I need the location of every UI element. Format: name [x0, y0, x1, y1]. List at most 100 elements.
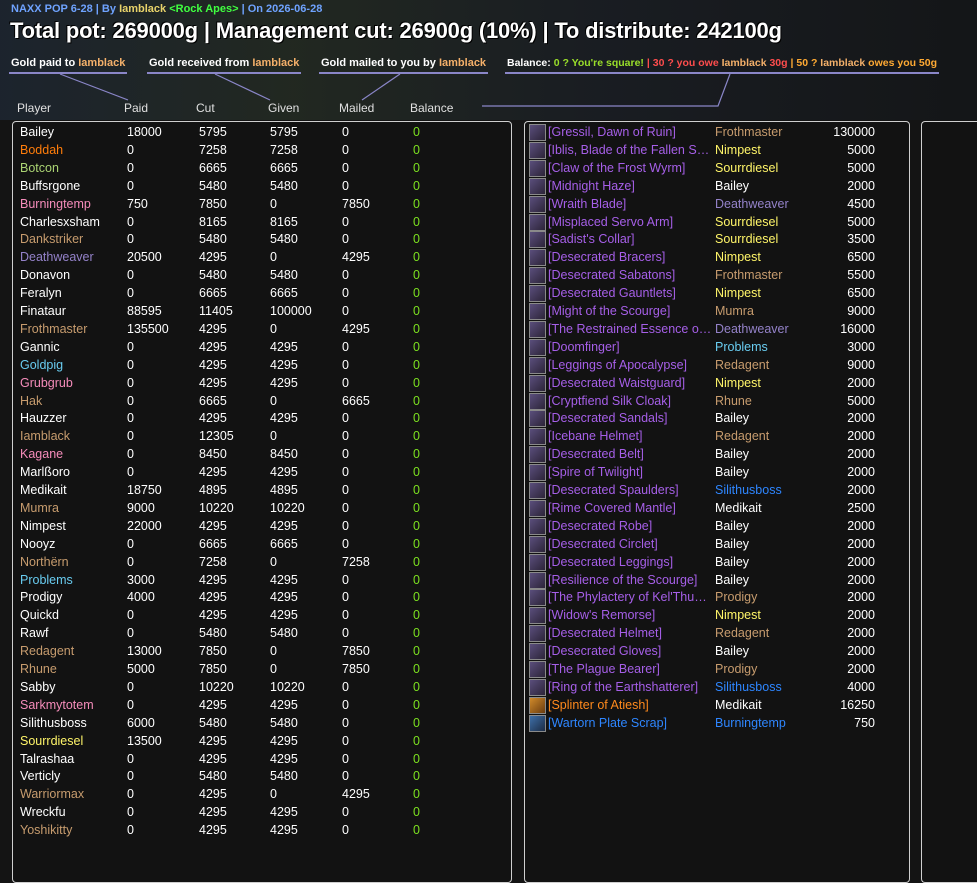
item-link[interactable]: [Resilience of the Scourge] [548, 571, 712, 589]
loot-row[interactable]: [Midnight Haze] Bailey 2000 [525, 177, 907, 195]
loot-row[interactable]: [The Phylactery of Kel'Thuzad] Prodigy 200… [525, 588, 907, 607]
table-row[interactable]: Mumra 9000 10220 10220 0 0 [13, 499, 509, 517]
loot-row[interactable]: [Desecrated Waistguard] Nimpest 2000 [525, 374, 907, 392]
loot-row[interactable]: [Claw of the Frost Wyrm] Sourrdiesel 5000 [525, 159, 907, 177]
table-row[interactable]: Redagent 13000 7850 0 7850 0 [13, 642, 509, 660]
loot-row[interactable]: [Desecrated Sabatons] Frothmaster 5500 [525, 266, 907, 285]
table-row[interactable]: Dankstriker 0 5480 5480 0 0 [13, 230, 509, 248]
table-row[interactable]: Frothmaster 135500 4295 0 4295 0 [13, 320, 509, 338]
item-link[interactable]: [Desecrated Belt] [548, 445, 712, 463]
item-link[interactable]: [Spire of Twilight] [548, 463, 712, 481]
loot-row[interactable]: [Desecrated Leggings] Bailey 2000 [525, 553, 907, 571]
item-link[interactable]: [Misplaced Servo Arm] [548, 213, 712, 231]
loot-row[interactable]: [Gressil, Dawn of Ruin] Frothmaster 130000 [525, 123, 907, 141]
table-row[interactable]: Donavon 0 5480 5480 0 0 [13, 266, 509, 284]
loot-row[interactable]: [Desecrated Gloves] Bailey 2000 [525, 642, 907, 661]
table-row[interactable]: Talrashaa 0 4295 4295 0 0 [13, 750, 509, 768]
item-link[interactable]: [Desecrated Gauntlets] [548, 284, 712, 302]
item-link[interactable]: [Widow's Remorse] [548, 606, 712, 624]
item-link[interactable]: [Rime Covered Mantle] [548, 499, 712, 517]
table-row[interactable]: Marlßoro 0 4295 4295 0 0 [13, 463, 509, 481]
loot-row[interactable]: [Desecrated Sandals] Bailey 2000 [525, 409, 907, 428]
table-row[interactable]: Medikait 18750 4895 4895 0 0 [13, 481, 509, 499]
table-row[interactable]: Northërn 0 7258 0 7258 0 [13, 553, 509, 571]
table-row[interactable]: Sarkmytotem 0 4295 4295 0 0 [13, 696, 509, 714]
item-link[interactable]: [Midnight Haze] [548, 177, 712, 195]
loot-row[interactable]: [Desecrated Bracers] Nimpest 6500 [525, 248, 907, 267]
loot-row[interactable]: [Resilience of the Scourge] Bailey 2000 [525, 571, 907, 589]
loot-row[interactable]: [Spire of Twilight] Bailey 2000 [525, 463, 907, 482]
loot-panel[interactable]: [Gressil, Dawn of Ruin] Frothmaster 130000… [524, 121, 910, 883]
item-link[interactable]: [Icebane Helmet] [548, 427, 712, 445]
item-link[interactable]: [The Restrained Essence of Sapphiron] [548, 320, 712, 338]
item-link[interactable]: [Wraith Blade] [548, 195, 712, 213]
item-link[interactable]: [Wartorn Plate Scrap] [548, 714, 712, 732]
item-link[interactable]: [Desecrated Gloves] [548, 642, 712, 660]
item-link[interactable]: [Desecrated Sabatons] [548, 266, 712, 284]
table-row[interactable]: Buffsrgone 0 5480 5480 0 0 [13, 177, 509, 195]
table-row[interactable]: Burningtemp 750 7850 0 7850 0 [13, 195, 509, 213]
item-link[interactable]: [Sadist's Collar] [548, 230, 712, 248]
item-link[interactable]: [Desecrated Robe] [548, 517, 712, 535]
item-link[interactable]: [Gressil, Dawn of Ruin] [548, 123, 712, 141]
loot-row[interactable]: [Desecrated Robe] Bailey 2000 [525, 517, 907, 535]
loot-row[interactable]: [Doomfinger] Problems 3000 [525, 338, 907, 356]
item-link[interactable]: [Claw of the Frost Wyrm] [548, 159, 712, 177]
loot-row[interactable]: [Desecrated Belt] Bailey 2000 [525, 445, 907, 464]
table-row[interactable]: Feralyn 0 6665 6665 0 0 [13, 284, 509, 302]
table-row[interactable]: Prodigy 4000 4295 4295 0 0 [13, 588, 509, 606]
loot-row[interactable]: [Misplaced Servo Arm] Sourrdiesel 5000 [525, 213, 907, 231]
table-row[interactable]: Gannic 0 4295 4295 0 0 [13, 338, 509, 356]
table-row[interactable]: Nooyz 0 6665 6665 0 0 [13, 535, 509, 553]
item-link[interactable]: [Desecrated Spaulders] [548, 481, 712, 499]
loot-row[interactable]: [Wartorn Plate Scrap] Burningtemp 750 [525, 714, 907, 732]
loot-row[interactable]: [Desecrated Circlet] Bailey 2000 [525, 535, 907, 553]
loot-row[interactable]: [Might of the Scourge] Mumra 9000 [525, 302, 907, 320]
table-row[interactable]: Sourrdiesel 13500 4295 4295 0 0 [13, 732, 509, 750]
table-row[interactable]: Kagane 0 8450 8450 0 0 [13, 445, 509, 463]
players-panel[interactable]: Bailey 18000 5795 5795 0 0 Boddah 0 7258 7258 0 0 Bo… [12, 121, 512, 883]
item-link[interactable]: [Desecrated Waistguard] [548, 374, 712, 392]
item-link[interactable]: [The Phylactery of Kel'Thuzad] [548, 588, 712, 606]
loot-row[interactable]: [Wraith Blade] Deathweaver 4500 [525, 195, 907, 213]
loot-row[interactable]: [The Plague Bearer] Prodigy 2000 [525, 660, 907, 678]
item-link[interactable]: [Desecrated Bracers] [548, 248, 712, 266]
table-row[interactable]: Rhune 5000 7850 0 7850 0 [13, 660, 509, 678]
item-link[interactable]: [Iblis, Blade of the Fallen Seraph] [548, 141, 712, 159]
table-row[interactable]: Wreckfu 0 4295 4295 0 0 [13, 803, 509, 821]
table-row[interactable]: Warriormax 0 4295 0 4295 0 [13, 785, 509, 803]
table-row[interactable]: Silithusboss 6000 5480 5480 0 0 [13, 714, 509, 732]
loot-row[interactable]: [Splinter of Atiesh] Medikait 16250 [525, 696, 907, 714]
table-row[interactable]: Goldpig 0 4295 4295 0 0 [13, 356, 509, 374]
item-link[interactable]: [The Plague Bearer] [548, 660, 712, 678]
table-row[interactable]: Iamblack 0 12305 0 0 0 [13, 427, 509, 445]
table-row[interactable]: Bailey 18000 5795 5795 0 0 [13, 123, 509, 141]
loot-row[interactable]: [Desecrated Spaulders] Silithusboss 2000 [525, 481, 907, 499]
loot-row[interactable]: [Desecrated Gauntlets] Nimpest 6500 [525, 284, 907, 303]
item-link[interactable]: [Ring of the Earthshatterer] [548, 678, 712, 696]
table-row[interactable]: Deathweaver 20500 4295 0 4295 0 [13, 248, 509, 266]
table-row[interactable]: Yoshikitty 0 4295 4295 0 0 [13, 821, 509, 839]
item-link[interactable]: [Leggings of Apocalypse] [548, 356, 712, 374]
table-row[interactable]: Quickd 0 4295 4295 0 0 [13, 606, 509, 624]
table-row[interactable]: Charlesxsham 0 8165 8165 0 0 [13, 213, 509, 231]
loot-row[interactable]: [Iblis, Blade of the Fallen Seraph]Nimpe… [525, 141, 907, 159]
loot-row[interactable]: [Cryptfiend Silk Cloak] Rhune 5000 [525, 392, 907, 410]
item-link[interactable]: [Desecrated Circlet] [548, 535, 712, 553]
loot-row[interactable]: [Widow's Remorse] Nimpest 2000 [525, 606, 907, 625]
item-link[interactable]: [Splinter of Atiesh] [548, 696, 712, 714]
item-link[interactable]: [Desecrated Sandals] [548, 409, 712, 427]
table-row[interactable]: Problems 3000 4295 4295 0 0 [13, 571, 509, 589]
item-link[interactable]: [Cryptfiend Silk Cloak] [548, 392, 712, 410]
table-row[interactable]: Hak 0 6665 0 6665 0 [13, 392, 509, 410]
loot-row[interactable]: [The Restrained Essence of Sapphiron]Dea… [525, 320, 907, 338]
loot-row[interactable]: [Ring of the Earthshatterer] Silithusboss… [525, 678, 907, 696]
loot-row[interactable]: [Rime Covered Mantle] Medikait 2500 [525, 499, 907, 517]
item-link[interactable]: [Desecrated Leggings] [548, 553, 712, 571]
table-row[interactable]: Nimpest 22000 4295 4295 0 0 [13, 517, 509, 535]
table-row[interactable]: Botcon 0 6665 6665 0 0 [13, 159, 509, 177]
table-row[interactable]: Hauzzer 0 4295 4295 0 0 [13, 409, 509, 427]
loot-row[interactable]: [Leggings of Apocalypse] Redagent 9000 [525, 356, 907, 374]
table-row[interactable]: Grubgrub 0 4295 4295 0 0 [13, 374, 509, 392]
loot-row[interactable]: [Icebane Helmet] Redagent 2000 [525, 427, 907, 446]
